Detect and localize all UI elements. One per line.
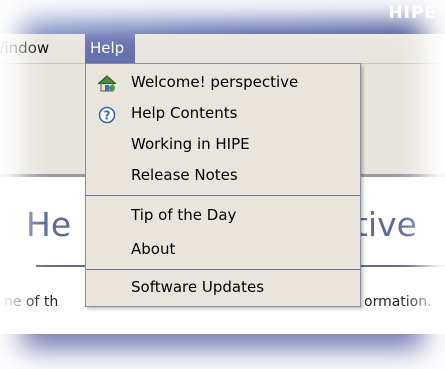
welcome-title-left: He <box>26 205 72 244</box>
menu-separator <box>86 195 360 196</box>
menu-item-label: Software Updates <box>131 278 265 296</box>
window-title: HIPE <box>388 3 437 23</box>
welcome-house-icon <box>97 73 117 92</box>
svg-text:?: ? <box>104 109 111 123</box>
menu-separator <box>86 269 360 270</box>
help-dropdown-menu: Welcome! perspective ? Help Contents Wor… <box>85 63 361 307</box>
menu-help[interactable]: Help <box>85 34 135 63</box>
menu-item-release-notes[interactable]: Release Notes <box>86 160 360 190</box>
welcome-text-right: ormation. <box>364 294 432 310</box>
menu-item-label: Welcome! perspective <box>131 73 299 91</box>
menu-item-about[interactable]: About <box>86 234 360 264</box>
title-bar: HIPE <box>0 0 445 34</box>
menu-item-label: About <box>131 240 176 258</box>
bottom-panel <box>0 334 445 369</box>
menu-item-label: Tip of the Day <box>131 206 237 224</box>
menu-item-software-updates[interactable]: Software Updates <box>86 272 360 302</box>
menu-item-label: Help Contents <box>131 104 238 122</box>
menu-item-label: Working in HIPE <box>131 135 250 153</box>
menu-item-label: Release Notes <box>131 166 238 184</box>
menu-item-working-in-hipe[interactable]: Working in HIPE <box>86 129 360 159</box>
menu-bar: Window Help <box>0 34 445 64</box>
welcome-title-right: tive <box>355 205 417 244</box>
welcome-text-left: ne of th <box>4 294 59 310</box>
help-question-icon: ? <box>98 104 116 124</box>
hipe-window: HIPE Window Help He tive ne of th ormati… <box>0 0 445 369</box>
menu-window[interactable]: Window <box>0 34 53 63</box>
menu-item-help-contents[interactable]: ? Help Contents <box>86 98 360 128</box>
menu-item-tip-of-the-day[interactable]: Tip of the Day <box>86 200 360 230</box>
menu-item-welcome[interactable]: Welcome! perspective <box>86 67 360 97</box>
